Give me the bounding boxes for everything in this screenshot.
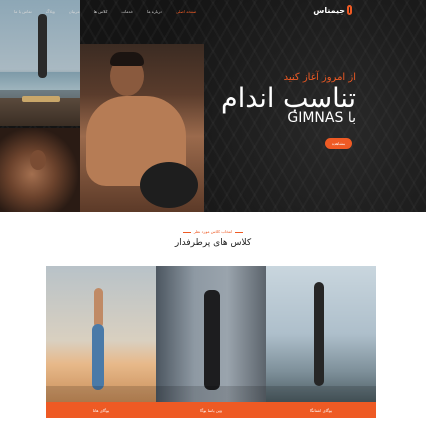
yoga-figure xyxy=(204,290,220,390)
yoga-mat xyxy=(22,96,60,102)
athlete-head xyxy=(30,150,46,170)
logo-icon xyxy=(347,5,352,15)
hero-image-athlete-small xyxy=(0,128,80,212)
section-kicker: انتخاب کلاس مورد نظر xyxy=(0,229,426,234)
nav-item-contact[interactable]: تماس با ما xyxy=(14,9,32,14)
section-kicker-text: انتخاب کلاس مورد نظر xyxy=(193,229,233,234)
ground xyxy=(46,386,156,402)
class-cards: یوگای هاتا وین یاسا یوگا یوگای اشتانگا xyxy=(46,266,376,418)
class-label[interactable]: یوگای هاتا xyxy=(46,402,156,418)
class-card-ashtanga[interactable]: یوگای اشتانگا xyxy=(266,266,376,418)
yoga-figure xyxy=(314,282,324,386)
page: صفحه اصلی درباره ما خدمات کلاس ها مربیان… xyxy=(0,0,426,433)
dumbbell-icon xyxy=(140,162,198,208)
class-photo-hatha xyxy=(46,266,156,402)
class-photo-vinyasa xyxy=(156,266,266,402)
hero-section: صفحه اصلی درباره ما خدمات کلاس ها مربیان… xyxy=(0,0,426,212)
ground xyxy=(266,386,376,402)
section-title: کلاس های پرطرفدار xyxy=(174,238,252,248)
nav-item-about[interactable]: درباره ما xyxy=(147,9,162,14)
yoga-figure xyxy=(94,288,103,328)
deck xyxy=(0,98,80,126)
site-logo[interactable]: جیمناس xyxy=(313,5,352,15)
main-navigation: صفحه اصلی درباره ما خدمات کلاس ها مربیان… xyxy=(0,0,426,22)
kicker-dash-right xyxy=(235,231,244,233)
kicker-dash-left xyxy=(182,231,191,233)
nav-item-blog[interactable]: وبلاگ xyxy=(46,9,55,14)
class-card-hatha[interactable]: یوگای هاتا xyxy=(46,266,156,418)
class-photo-ashtanga xyxy=(266,266,376,402)
nav-item-home[interactable]: صفحه اصلی xyxy=(176,9,197,14)
nav-item-classes[interactable]: کلاس ها xyxy=(94,9,108,14)
nav-item-services[interactable]: خدمات xyxy=(121,9,133,14)
hero-subtitle: GIMNAS با xyxy=(287,110,356,126)
ground xyxy=(156,386,266,402)
logo-text: جیمناس xyxy=(313,5,345,15)
athlete-hair xyxy=(110,52,144,66)
hero-image-athlete-dumbbell xyxy=(80,44,204,212)
hero-cta-button[interactable]: مشاهده xyxy=(325,138,352,149)
class-label[interactable]: یوگای اشتانگا xyxy=(266,402,376,418)
nav-item-trainers[interactable]: مربیان xyxy=(69,9,80,14)
class-label[interactable]: وین یاسا یوگا xyxy=(156,402,266,418)
hero-kicker: از امروز آغاز کنید xyxy=(283,72,356,83)
yoga-figure xyxy=(38,14,47,78)
yoga-figure-legs xyxy=(92,324,104,390)
class-card-vinyasa[interactable]: وین یاسا یوگا xyxy=(156,266,266,418)
